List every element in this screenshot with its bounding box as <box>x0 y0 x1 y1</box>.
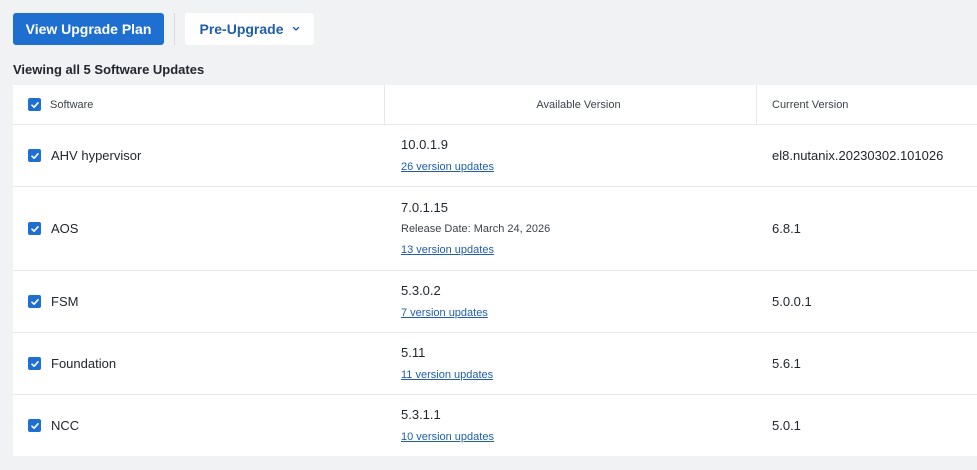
software-name: FSM <box>51 294 79 309</box>
version-updates-link[interactable]: 10 version updates <box>401 430 494 444</box>
view-upgrade-plan-button[interactable]: View Upgrade Plan <box>13 13 164 45</box>
available-version: 10.0.1.9 <box>401 137 448 152</box>
select-all-checkbox[interactable] <box>28 98 41 111</box>
table-row: AHV hypervisor 10.0.1.9 26 version updat… <box>13 125 977 187</box>
current-version: 5.0.1 <box>772 418 801 433</box>
row-checkbox[interactable] <box>28 149 41 162</box>
chevron-down-icon <box>292 26 299 31</box>
table-row: AOS 7.0.1.15 Release Date: March 24, 202… <box>13 187 977 271</box>
software-name: Foundation <box>51 356 117 371</box>
check-icon <box>30 101 39 108</box>
current-version: el8.nutanix.20230302.101026 <box>772 148 944 163</box>
column-label-available-version: Available Version <box>536 98 621 111</box>
column-header-software: Software <box>13 85 385 124</box>
row-checkbox[interactable] <box>28 357 41 370</box>
current-version: 5.0.0.1 <box>772 294 812 309</box>
updates-count-heading: Viewing all 5 Software Updates <box>13 62 205 77</box>
current-version: 5.6.1 <box>772 356 801 371</box>
toolbar-divider <box>174 13 175 45</box>
software-name: AHV hypervisor <box>51 148 142 163</box>
software-updates-table: Software Available Version Current Versi… <box>13 85 977 456</box>
current-version: 6.8.1 <box>772 221 801 236</box>
version-updates-link[interactable]: 13 version updates <box>401 243 494 257</box>
pre-upgrade-label: Pre-Upgrade <box>199 21 284 37</box>
column-header-current-version: Current Version <box>757 85 977 124</box>
column-label-software: Software <box>50 98 94 111</box>
version-updates-link[interactable]: 26 version updates <box>401 160 494 174</box>
release-date: Release Date: March 24, 2026 <box>401 223 551 235</box>
check-icon <box>30 225 39 232</box>
version-updates-link[interactable]: 7 version updates <box>401 306 488 320</box>
available-version: 5.3.1.1 <box>401 407 441 422</box>
table-row: FSM 5.3.0.2 7 version updates 5.0.0.1 <box>13 271 977 333</box>
row-checkbox[interactable] <box>28 419 41 432</box>
table-row: Foundation 5.11 11 version updates 5.6.1 <box>13 333 977 395</box>
column-header-available-version: Available Version <box>385 85 757 124</box>
available-version: 5.3.0.2 <box>401 283 441 298</box>
version-updates-link[interactable]: 11 version updates <box>401 368 493 382</box>
row-checkbox[interactable] <box>28 222 41 235</box>
table-header-row: Software Available Version Current Versi… <box>13 85 977 125</box>
pre-upgrade-dropdown[interactable]: Pre-Upgrade <box>185 13 314 45</box>
column-label-current-version: Current Version <box>772 98 849 111</box>
check-icon <box>30 422 39 429</box>
toolbar: View Upgrade Plan Pre-Upgrade <box>13 13 314 45</box>
table-row: NCC 5.3.1.1 10 version updates 5.0.1 <box>13 395 977 456</box>
available-version: 7.0.1.15 <box>401 200 448 215</box>
check-icon <box>30 298 39 305</box>
software-name: AOS <box>51 221 79 236</box>
available-version: 5.11 <box>401 345 426 360</box>
check-icon <box>30 360 39 367</box>
software-name: NCC <box>51 418 80 433</box>
check-icon <box>30 152 39 159</box>
row-checkbox[interactable] <box>28 295 41 308</box>
